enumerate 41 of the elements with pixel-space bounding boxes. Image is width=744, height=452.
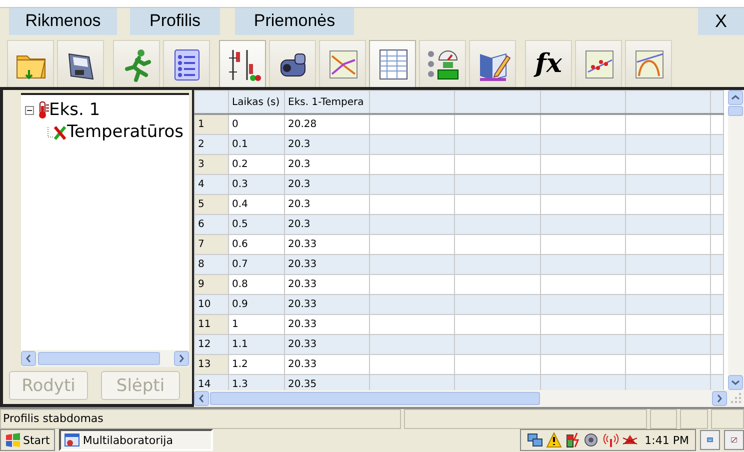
table-cell: 0.3 (228, 174, 284, 194)
row-header: 13 (194, 354, 228, 374)
table-cell: 0.9 (228, 294, 284, 314)
row-header: 12 (194, 334, 228, 354)
menu-item[interactable]: Rikmenos (9, 8, 117, 35)
row-header: 9 (194, 274, 228, 294)
table-cell: 1.3 (228, 374, 284, 390)
row-header: 1 (194, 114, 228, 134)
table-cell: 20.33 (284, 294, 370, 314)
tree-item[interactable]: Temperatūros (67, 122, 184, 142)
row-header: 2 (194, 134, 228, 154)
row-header: 14 (194, 374, 228, 390)
table-cell: 20.33 (284, 334, 370, 354)
table-cell: 20.33 (284, 254, 370, 274)
menu-item[interactable]: Priemonės (235, 8, 354, 35)
table-cell: 1.1 (228, 334, 284, 354)
row-header: 10 (194, 294, 228, 314)
menu-item[interactable]: Profilis (130, 8, 220, 35)
status-text: Profilis stabdomas (0, 409, 402, 429)
row-header: 4 (194, 174, 228, 194)
table-cell: 20.3 (284, 174, 370, 194)
close-button[interactable]: X (698, 8, 744, 35)
row-header: 5 (194, 194, 228, 214)
table-cell: 0.1 (228, 134, 284, 154)
row-header: 7 (194, 234, 228, 254)
row-header: 6 (194, 214, 228, 234)
start-button[interactable]: Start (0, 429, 55, 452)
table-cell: 20.3 (284, 214, 370, 234)
row-header: 8 (194, 254, 228, 274)
column-header[interactable]: Laikas (s) (228, 90, 284, 114)
toolbar-button[interactable]: fx (525, 40, 572, 87)
table-cell: 0.7 (228, 254, 284, 274)
table-cell: 0.5 (228, 214, 284, 234)
row-header: 3 (194, 154, 228, 174)
column-header[interactable]: Eks. 1-Tempera (284, 90, 370, 114)
tree-item[interactable]: Eks. 1 (49, 100, 100, 120)
row-header: 11 (194, 314, 228, 334)
taskbar-button[interactable]: Multilaboratorija (58, 429, 213, 452)
table-cell: 20.3 (284, 134, 370, 154)
clock: 1:41 PM (644, 434, 689, 447)
table-cell: 20.35 (284, 374, 370, 390)
